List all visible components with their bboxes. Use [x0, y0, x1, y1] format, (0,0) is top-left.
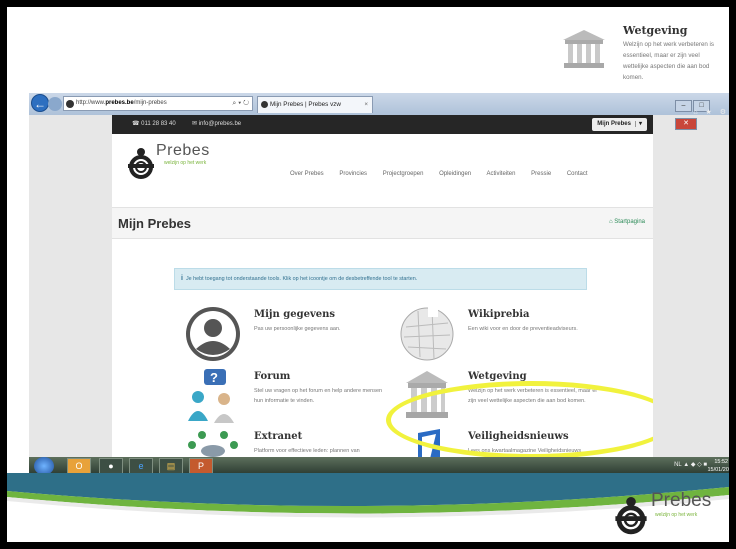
network-icon	[188, 431, 238, 457]
system-tray[interactable]: NL ▲ ◆ ◇ ■	[674, 461, 707, 468]
tool-mijn-gegevens[interactable]: Mijn gegevens Pas uw persoonlijke gegeve…	[184, 305, 384, 365]
site-topbar: ☎ 011 28 83 40 ✉ info@prebes.be Mijn Pre…	[112, 115, 653, 134]
url-domain: prebes.be	[105, 100, 134, 106]
bottom-logo-wordmark: Prebes	[651, 490, 712, 511]
svg-text:?: ?	[210, 370, 218, 385]
slide: Wetgeving Welzijn op het werk verbeteren…	[7, 7, 729, 542]
nav-item-activiteiten[interactable]: Activiteiten	[486, 171, 515, 177]
page-header: Mijn Prebes ⌂ Startpagina	[112, 207, 653, 239]
prebes-logo-icon	[128, 148, 154, 179]
outlook-taskbar-icon[interactable]: O	[67, 458, 91, 474]
browser-window: ← http://www.prebes.be/mijn-prebes ⌕ ▾ ↻…	[29, 93, 729, 475]
wiki-globe-icon	[400, 307, 454, 361]
browser-toolbar-icons[interactable]: ⌂ ★ ⚙	[693, 108, 729, 116]
site-logo[interactable]: Prebes welzijn op het werk	[126, 142, 236, 182]
address-bar[interactable]: http://www.prebes.be/mijn-prebes ⌕ ▾ ↻	[63, 96, 253, 111]
tool-name: Forum	[254, 371, 291, 382]
tool-name: Extranet	[254, 431, 303, 442]
taskbar-clock[interactable]: 15:52 15/01/2016	[707, 458, 729, 474]
mijn-prebes-label: Mijn Prebes	[597, 121, 631, 127]
webpage: ☎ 011 28 83 40 ✉ info@prebes.be Mijn Pre…	[112, 115, 653, 457]
browser-tab[interactable]: Mijn Prebes | Prebes vzw ×	[257, 96, 373, 113]
wetgeving-callout: Wetgeving Welzijn op het werk verbeteren…	[559, 24, 724, 84]
minimize-button[interactable]: –	[675, 100, 692, 112]
info-icon: i	[181, 275, 183, 282]
prebes-logo-icon	[615, 497, 647, 535]
email-link[interactable]: ✉ info@prebes.be	[192, 115, 241, 134]
chrome-taskbar-icon[interactable]: ●	[99, 458, 123, 474]
powerpoint-taskbar-icon[interactable]: P	[189, 458, 213, 474]
building-icon	[563, 30, 605, 68]
tool-description: Platform voor effectieve leden: plannen …	[254, 448, 360, 454]
tool-description: Stel uw vragen op het forum en help ande…	[254, 388, 383, 404]
tab-title: Mijn Prebes | Prebes vzw	[270, 101, 341, 108]
forum-question-icon: ?	[188, 369, 234, 423]
bottom-logo: Prebes welzijn op het werk	[613, 490, 725, 536]
nav-item-contact[interactable]: Contact	[567, 171, 588, 177]
mijn-prebes-button[interactable]: Mijn Prebes ▾	[592, 118, 647, 131]
tool-wikiprebia[interactable]: Wikiprebia Een wiki voor en door de prev…	[398, 305, 598, 365]
highlight-ellipse	[386, 381, 653, 457]
ie-taskbar-icon[interactable]: e	[129, 458, 153, 474]
close-window-button[interactable]: ✕	[675, 118, 697, 130]
chevron-down-icon: ▾	[634, 121, 642, 127]
page-title: Mijn Prebes	[118, 216, 191, 231]
user-profile-icon	[186, 307, 240, 361]
tab-favicon-icon	[261, 101, 268, 108]
tool-extranet[interactable]: Extranet Platform voor effectieve leden:…	[184, 427, 384, 457]
back-arrow-icon[interactable]: ←	[31, 94, 49, 112]
main-navigation: Over Prebes Provincies Projectgroepen Op…	[290, 171, 602, 177]
startpagina-link[interactable]: ⌂ Startpagina	[609, 219, 645, 225]
address-bar-controls[interactable]: ⌕ ▾ ↻	[232, 97, 249, 110]
callout-description: Welzijn op het werk verbeteren is essent…	[623, 41, 715, 81]
tool-name: Mijn gegevens	[254, 309, 336, 320]
clock-time: 15:52	[714, 459, 729, 465]
tool-description: Een wiki voor en door de preventieadvise…	[468, 326, 578, 332]
info-text: Je hebt toegang tot onderstaande tools. …	[185, 276, 418, 282]
tool-forum[interactable]: ? Forum Stel uw vragen op het forum en h…	[184, 367, 384, 427]
nav-item-pressie[interactable]: Pressie	[531, 171, 551, 177]
info-alert: i Je hebt toegang tot onderstaande tools.…	[174, 268, 587, 290]
tab-close-icon[interactable]: ×	[364, 97, 368, 113]
folder-taskbar-icon[interactable]: ▤	[159, 458, 183, 474]
nav-item-provincies[interactable]: Provincies	[339, 171, 367, 177]
url-prefix: http://www.	[76, 100, 106, 106]
bottom-logo-tagline: welzijn op het werk	[655, 512, 698, 518]
logo-wordmark: Prebes	[156, 142, 210, 159]
forward-arrow-icon[interactable]	[48, 97, 62, 111]
url-path: /mijn-prebes	[133, 100, 167, 106]
nav-item-projectgroepen[interactable]: Projectgroepen	[383, 171, 424, 177]
window-controls: – □✕	[674, 94, 729, 130]
logo-tagline: welzijn op het werk	[164, 160, 207, 166]
favicon-icon	[66, 100, 74, 108]
nav-item-over-prebes[interactable]: Over Prebes	[290, 171, 324, 177]
callout-title: Wetgeving	[623, 24, 688, 37]
nav-item-opleidingen[interactable]: Opleidingen	[439, 171, 471, 177]
tool-name: Wikiprebia	[468, 309, 530, 320]
phone-number: ☎ 011 28 83 40	[132, 121, 176, 127]
tool-description: Pas uw persoonlijke gegevens aan.	[254, 326, 341, 332]
browser-titlebar: ← http://www.prebes.be/mijn-prebes ⌕ ▾ ↻…	[29, 93, 729, 130]
